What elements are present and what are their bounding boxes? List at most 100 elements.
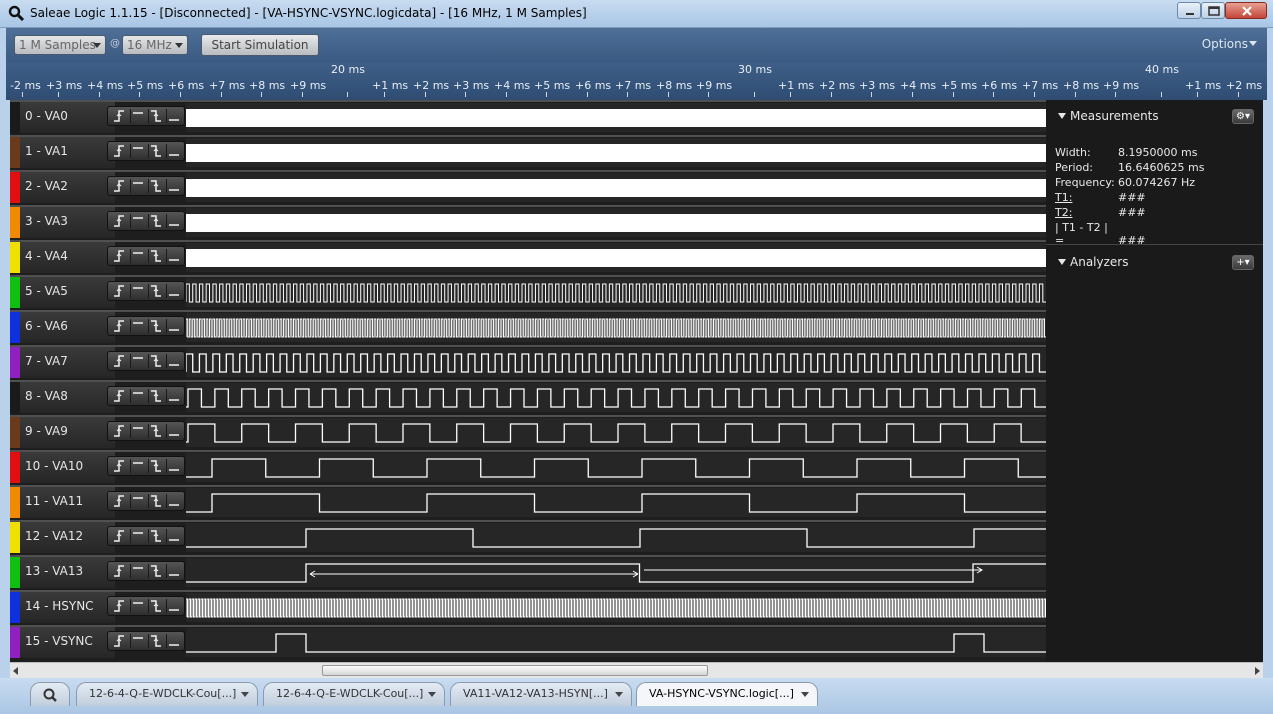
falling-edge-trigger-icon[interactable] — [148, 494, 162, 508]
high-level-trigger-icon[interactable] — [130, 494, 144, 508]
high-level-trigger-icon[interactable] — [130, 634, 144, 648]
waveform[interactable] — [185, 278, 1046, 307]
rising-edge-trigger-icon[interactable] — [112, 459, 126, 473]
channel-label[interactable]: 9 - VA9 — [20, 417, 115, 448]
options-menu-button[interactable]: Options — [1202, 37, 1257, 51]
scroll-right-arrow-icon[interactable] — [1255, 667, 1260, 675]
rising-edge-trigger-icon[interactable] — [112, 179, 126, 193]
low-level-trigger-icon[interactable] — [166, 249, 180, 263]
trigger-selector[interactable] — [107, 491, 185, 511]
trigger-selector[interactable] — [107, 526, 185, 546]
waveform[interactable] — [186, 138, 1046, 167]
waveform[interactable] — [186, 453, 1046, 482]
high-level-trigger-icon[interactable] — [130, 389, 144, 403]
trigger-selector[interactable] — [107, 281, 185, 301]
trigger-selector[interactable] — [107, 456, 185, 476]
maximize-button[interactable] — [1201, 2, 1225, 19]
falling-edge-trigger-icon[interactable] — [148, 249, 162, 263]
falling-edge-trigger-icon[interactable] — [148, 424, 162, 438]
falling-edge-trigger-icon[interactable] — [148, 389, 162, 403]
channel-label[interactable]: 13 - VA13 — [20, 557, 115, 588]
channel-label[interactable]: 4 - VA4 — [20, 242, 115, 273]
trigger-selector[interactable] — [107, 596, 185, 616]
file-tab[interactable]: VA-HSYNC-VSYNC.logic[...] — [636, 682, 818, 706]
sample-rate-dropdown[interactable]: 16 MHz — [122, 35, 188, 55]
waveform[interactable] — [186, 103, 1046, 132]
waveform[interactable] — [186, 243, 1046, 272]
channel-label[interactable]: 7 - VA7 — [20, 347, 115, 378]
waveform[interactable] — [186, 208, 1046, 237]
analyzers-header[interactable]: Analyzers — [1046, 252, 1263, 272]
falling-edge-trigger-icon[interactable] — [148, 144, 162, 158]
rising-edge-trigger-icon[interactable] — [112, 389, 126, 403]
horizontal-scrollbar[interactable] — [10, 662, 1263, 678]
trigger-selector[interactable] — [107, 631, 185, 651]
waveform[interactable] — [186, 173, 1046, 202]
low-level-trigger-icon[interactable] — [166, 599, 180, 613]
falling-edge-trigger-icon[interactable] — [148, 529, 162, 543]
waveform[interactable] — [186, 418, 1046, 447]
falling-edge-trigger-icon[interactable] — [148, 564, 162, 578]
trigger-selector[interactable] — [107, 421, 185, 441]
falling-edge-trigger-icon[interactable] — [148, 214, 162, 228]
trigger-selector[interactable] — [107, 386, 185, 406]
trigger-selector[interactable] — [107, 211, 185, 231]
channel-label[interactable]: 1 - VA1 — [20, 137, 115, 168]
chevron-down-icon[interactable] — [801, 692, 809, 697]
high-level-trigger-icon[interactable] — [130, 214, 144, 228]
waveform[interactable] — [186, 488, 1046, 517]
rising-edge-trigger-icon[interactable] — [112, 109, 126, 123]
falling-edge-trigger-icon[interactable] — [148, 284, 162, 298]
chevron-down-icon[interactable] — [241, 692, 249, 697]
rising-edge-trigger-icon[interactable] — [112, 634, 126, 648]
low-level-trigger-icon[interactable] — [166, 424, 180, 438]
high-level-trigger-icon[interactable] — [130, 354, 144, 368]
falling-edge-trigger-icon[interactable] — [148, 599, 162, 613]
high-level-trigger-icon[interactable] — [130, 529, 144, 543]
falling-edge-trigger-icon[interactable] — [148, 179, 162, 193]
rising-edge-trigger-icon[interactable] — [112, 564, 126, 578]
waveform[interactable] — [186, 383, 1046, 412]
rising-edge-trigger-icon[interactable] — [112, 529, 126, 543]
rising-edge-trigger-icon[interactable] — [112, 494, 126, 508]
tab-search-button[interactable] — [30, 682, 70, 706]
channel-label[interactable]: 14 - HSYNC — [20, 592, 115, 623]
scroll-left-arrow-icon[interactable] — [13, 667, 18, 675]
low-level-trigger-icon[interactable] — [166, 634, 180, 648]
chevron-down-icon[interactable] — [615, 692, 623, 697]
measurement-key[interactable]: T1: — [1055, 191, 1118, 204]
trigger-selector[interactable] — [107, 561, 185, 581]
measurements-settings-button[interactable]: ⚙▾ — [1232, 109, 1254, 124]
falling-edge-trigger-icon[interactable] — [148, 634, 162, 648]
low-level-trigger-icon[interactable] — [166, 354, 180, 368]
channel-label[interactable]: 2 - VA2 — [20, 172, 115, 203]
scrollbar-thumb[interactable] — [322, 665, 708, 676]
low-level-trigger-icon[interactable] — [166, 319, 180, 333]
samples-dropdown[interactable]: 1 M Samples — [14, 35, 106, 55]
high-level-trigger-icon[interactable] — [130, 424, 144, 438]
low-level-trigger-icon[interactable] — [166, 109, 180, 123]
measurement-key[interactable]: T2: — [1055, 206, 1118, 219]
falling-edge-trigger-icon[interactable] — [148, 459, 162, 473]
waveform[interactable] — [185, 313, 1046, 342]
rising-edge-trigger-icon[interactable] — [112, 284, 126, 298]
channel-label[interactable]: 12 - VA12 — [20, 522, 115, 553]
measurements-header[interactable]: Measurements — [1046, 106, 1263, 126]
falling-edge-trigger-icon[interactable] — [148, 354, 162, 368]
waveform[interactable] — [185, 593, 1046, 622]
rising-edge-trigger-icon[interactable] — [112, 599, 126, 613]
waveform[interactable] — [185, 348, 1046, 377]
start-simulation-button[interactable]: Start Simulation — [201, 34, 319, 56]
high-level-trigger-icon[interactable] — [130, 144, 144, 158]
channel-label[interactable]: 0 - VA0 — [20, 102, 115, 133]
channel-label[interactable]: 15 - VSYNC — [20, 627, 115, 658]
trigger-selector[interactable] — [107, 141, 185, 161]
rising-edge-trigger-icon[interactable] — [112, 354, 126, 368]
trigger-selector[interactable] — [107, 316, 185, 336]
falling-edge-trigger-icon[interactable] — [148, 319, 162, 333]
high-level-trigger-icon[interactable] — [130, 319, 144, 333]
trigger-selector[interactable] — [107, 176, 185, 196]
channel-label[interactable]: 5 - VA5 — [20, 277, 115, 308]
file-tab[interactable]: 12-6-4-Q-E-WDCLK-Cou[...] — [76, 682, 258, 706]
falling-edge-trigger-icon[interactable] — [148, 109, 162, 123]
